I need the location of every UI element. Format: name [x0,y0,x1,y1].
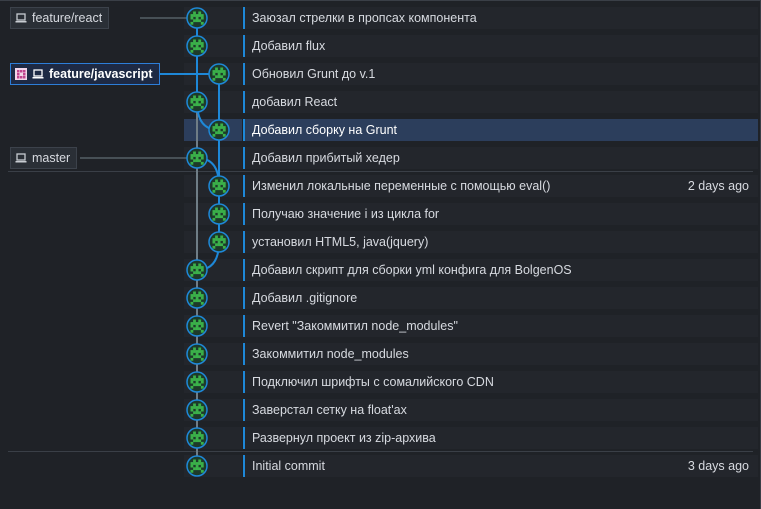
commit-avatar-icon[interactable] [186,315,208,337]
laptop-icon [32,69,44,79]
branch-label-feature-javascript[interactable]: feature/javascript [10,63,160,85]
commit-avatar-icon[interactable] [186,399,208,421]
branch-avatar-icon [15,68,27,80]
commit-avatar-icon[interactable] [186,35,208,57]
commit-avatar-icon[interactable] [186,259,208,281]
commit-avatar-icon[interactable] [186,371,208,393]
branch-name: feature/react [32,11,103,25]
commit-avatar-icon[interactable] [208,63,230,85]
commit-avatar-icon[interactable] [186,147,208,169]
commit-avatar-icon[interactable] [186,287,208,309]
commit-avatar-icon[interactable] [186,343,208,365]
branch-label-master[interactable]: master [10,147,78,169]
commit-avatar-icon[interactable] [186,7,208,29]
commit-avatar-icon[interactable] [208,231,230,253]
commit-avatar-icon[interactable] [186,427,208,449]
laptop-icon [15,153,27,163]
commit-avatar-icon[interactable] [186,455,208,477]
branch-name: master [32,151,71,165]
commit-avatar-icon[interactable] [208,203,230,225]
branch-label-feature-react[interactable]: feature/react [10,7,110,29]
branch-name: feature/javascript [49,67,153,81]
laptop-icon [15,13,27,23]
commit-avatar-icon[interactable] [208,175,230,197]
git-graph-view: Заюзал стрелки в пропсах компонента Добав… [0,0,761,509]
commit-avatar-icon[interactable] [208,119,230,141]
commit-avatar-icon[interactable] [186,91,208,113]
